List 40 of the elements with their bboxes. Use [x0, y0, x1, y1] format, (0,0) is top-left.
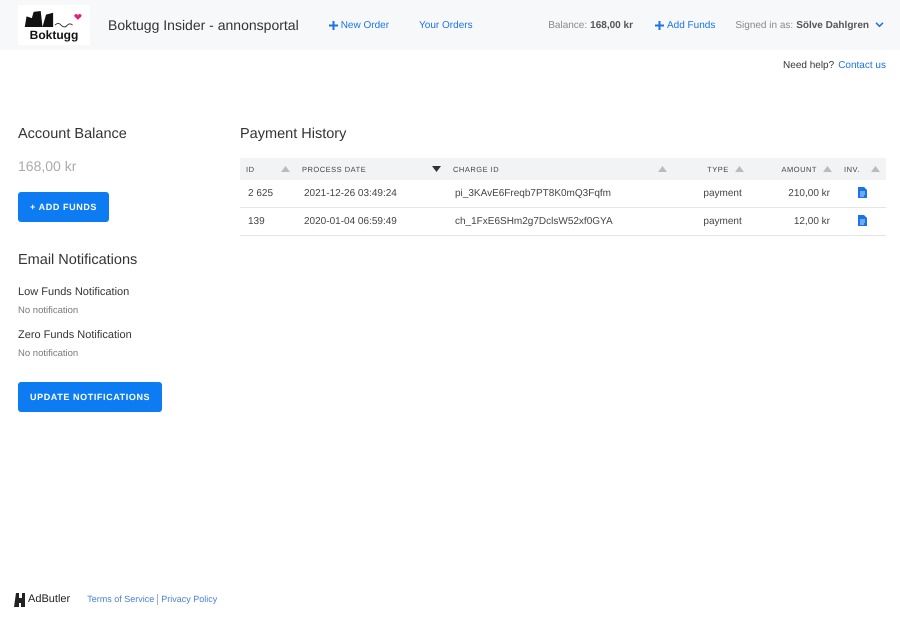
- help-text: Need help?: [783, 60, 834, 71]
- footer-link[interactable]: Privacy Policy: [161, 594, 218, 604]
- table-cell: pi_3KAvE6Freqb7PT8K0mQ3Fqfm: [447, 180, 673, 208]
- contact-link[interactable]: Contact us: [838, 60, 886, 71]
- section-title: Email Notifications: [18, 252, 138, 268]
- section-title: Account Balance: [18, 126, 128, 142]
- site-title: Boktugg Insider - annonsportal: [108, 17, 299, 33]
- table-cell: ch_1FxE6SHm2g7DclsW52xf0GYA: [447, 208, 673, 236]
- document-icon[interactable]: [858, 214, 866, 226]
- notification-value: No notification: [18, 348, 80, 359]
- user-menu[interactable]: Sölve Dahlgren: [796, 20, 869, 30]
- nav-link[interactable]: New Order: [328, 20, 390, 30]
- table-cell: payment: [673, 180, 750, 208]
- add-funds-link[interactable]: Add Funds: [654, 20, 716, 30]
- nav-link[interactable]: Your Orders: [419, 20, 473, 30]
- notification-label: Zero Funds Notification: [18, 329, 133, 341]
- plus-icon: [654, 20, 664, 30]
- table-cell: 12,00 kr: [750, 208, 838, 236]
- footer-link[interactable]: Terms of Service: [87, 594, 154, 604]
- balance-label: Balance:: [548, 20, 588, 30]
- notification-label: Low Funds Notification: [18, 286, 130, 298]
- table-cell: 2021-12-26 03:49:24: [296, 180, 447, 208]
- table-cell: 2020-01-04 06:59:49: [296, 208, 447, 236]
- add-funds-button[interactable]: + ADD FUNDS: [18, 192, 110, 222]
- table-cell: 2 625: [240, 180, 296, 208]
- table-cell: 210,00 kr: [750, 180, 838, 208]
- update-notifications-button[interactable]: UPDATE NOTIFICATIONS: [18, 382, 162, 412]
- table-cell: payment: [673, 208, 750, 236]
- chevron-down-icon[interactable]: [875, 22, 884, 28]
- brand-text: AdButler: [28, 593, 70, 605]
- section-title: Payment History: [240, 126, 348, 142]
- balance-value: 168,00 kr: [590, 20, 633, 30]
- notification-value: No notification: [18, 305, 80, 316]
- table-cell: 139: [240, 208, 296, 236]
- account-balance: 168,00 kr: [18, 158, 78, 174]
- signed-in-label: Signed in as:: [735, 20, 794, 30]
- document-icon[interactable]: [858, 186, 866, 198]
- logo[interactable]: Boktugg: [18, 5, 90, 45]
- logo-text: Boktugg: [30, 28, 78, 42]
- adbutler-logo[interactable]: AdButler: [13, 591, 70, 607]
